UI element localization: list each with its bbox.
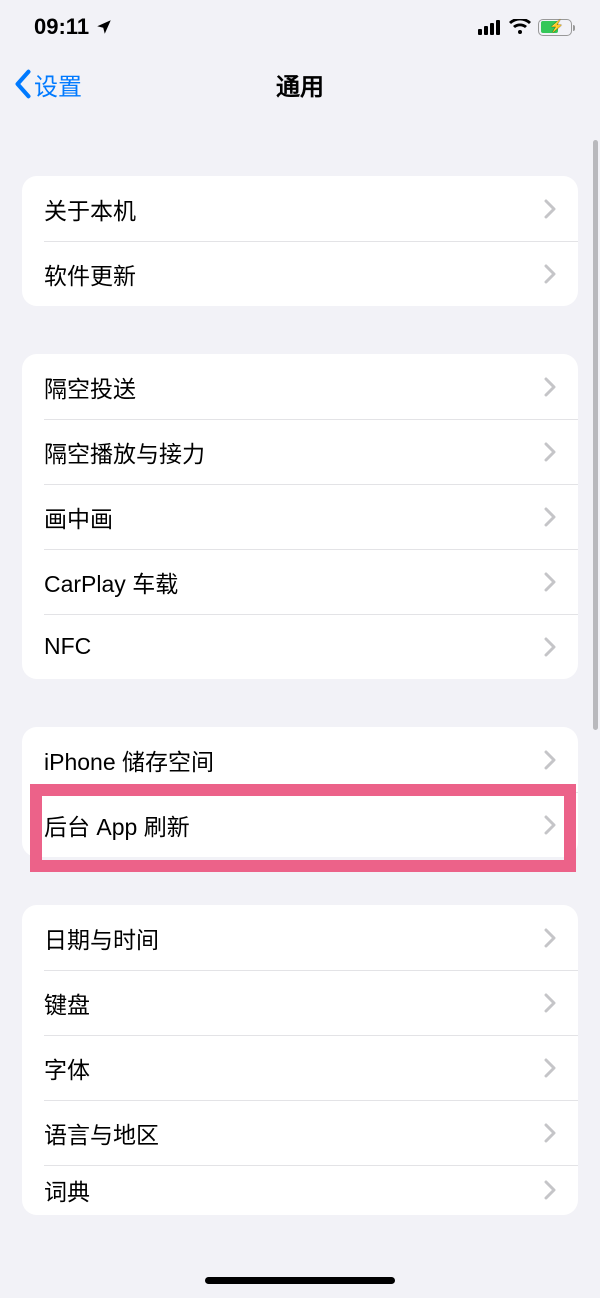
row-label: 后台 App 刷新 (44, 808, 190, 842)
chevron-left-icon (14, 69, 32, 99)
chevron-right-icon (544, 377, 556, 397)
chevron-right-icon (544, 572, 556, 592)
chevron-right-icon (544, 199, 556, 219)
row-label: 日期与时间 (44, 921, 159, 955)
row-label: 软件更新 (44, 257, 136, 291)
location-icon (95, 18, 113, 36)
page-title: 通用 (0, 67, 600, 102)
status-time: 09:11 (34, 14, 89, 40)
group-0: 关于本机 软件更新 (22, 176, 578, 306)
row-language-region[interactable]: 语言与地区 (22, 1100, 578, 1165)
status-bar: 09:11 ⚡ (0, 0, 600, 54)
nav-bar: 设置 通用 (0, 54, 600, 114)
row-label: 词典 (44, 1173, 90, 1207)
group-3: 日期与时间 键盘 字体 语言与地区 词典 (22, 905, 578, 1215)
row-software-update[interactable]: 软件更新 (22, 241, 578, 306)
battery-icon: ⚡ (538, 19, 572, 36)
group-1: 隔空投送 隔空播放与接力 画中画 CarPlay 车载 NFC (22, 354, 578, 679)
row-dictionary[interactable]: 词典 (22, 1165, 578, 1215)
row-airplay[interactable]: 隔空播放与接力 (22, 419, 578, 484)
row-pip[interactable]: 画中画 (22, 484, 578, 549)
back-label: 设置 (34, 67, 82, 102)
chevron-right-icon (544, 264, 556, 284)
chevron-right-icon (544, 928, 556, 948)
cellular-icon (478, 19, 502, 35)
row-label: 隔空播放与接力 (44, 435, 205, 469)
chevron-right-icon (544, 1180, 556, 1200)
row-label: 语言与地区 (44, 1116, 159, 1150)
chevron-right-icon (544, 1058, 556, 1078)
chevron-right-icon (544, 507, 556, 527)
row-label: iPhone 储存空间 (44, 743, 214, 777)
row-airdrop[interactable]: 隔空投送 (22, 354, 578, 419)
group-2: iPhone 储存空间 后台 App 刷新 (22, 727, 578, 857)
chevron-right-icon (544, 442, 556, 462)
row-background-app-refresh[interactable]: 后台 App 刷新 (22, 792, 578, 857)
home-indicator[interactable] (205, 1277, 395, 1284)
row-storage[interactable]: iPhone 储存空间 (22, 727, 578, 792)
row-nfc[interactable]: NFC (22, 614, 578, 679)
row-label: 关于本机 (44, 192, 136, 226)
chevron-right-icon (544, 815, 556, 835)
back-button[interactable]: 设置 (14, 67, 82, 102)
row-label: 画中画 (44, 500, 113, 534)
row-label: NFC (44, 633, 91, 660)
chevron-right-icon (544, 993, 556, 1013)
row-fonts[interactable]: 字体 (22, 1035, 578, 1100)
chevron-right-icon (544, 750, 556, 770)
wifi-icon (509, 19, 531, 35)
row-label: CarPlay 车载 (44, 565, 178, 599)
row-label: 字体 (44, 1051, 90, 1085)
row-label: 隔空投送 (44, 370, 136, 404)
chevron-right-icon (544, 1123, 556, 1143)
row-carplay[interactable]: CarPlay 车载 (22, 549, 578, 614)
content: 关于本机 软件更新 隔空投送 隔空播放与接力 画中画 CarPlay 车载 NF… (0, 176, 600, 1215)
row-date-time[interactable]: 日期与时间 (22, 905, 578, 970)
row-about[interactable]: 关于本机 (22, 176, 578, 241)
row-label: 键盘 (44, 986, 90, 1020)
row-keyboard[interactable]: 键盘 (22, 970, 578, 1035)
chevron-right-icon (544, 637, 556, 657)
